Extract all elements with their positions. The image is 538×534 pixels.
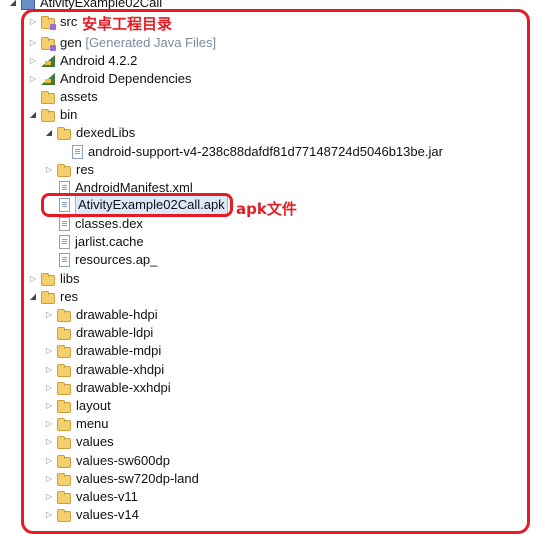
project-dir-highlight-box	[21, 9, 530, 534]
apk-highlight-box	[41, 193, 233, 217]
collapse-toggle-icon[interactable]: ◢	[8, 0, 18, 12]
annotation-project-dir: 安卓工程目录	[82, 15, 173, 33]
annotation-apk-file: apk文件	[236, 200, 297, 218]
